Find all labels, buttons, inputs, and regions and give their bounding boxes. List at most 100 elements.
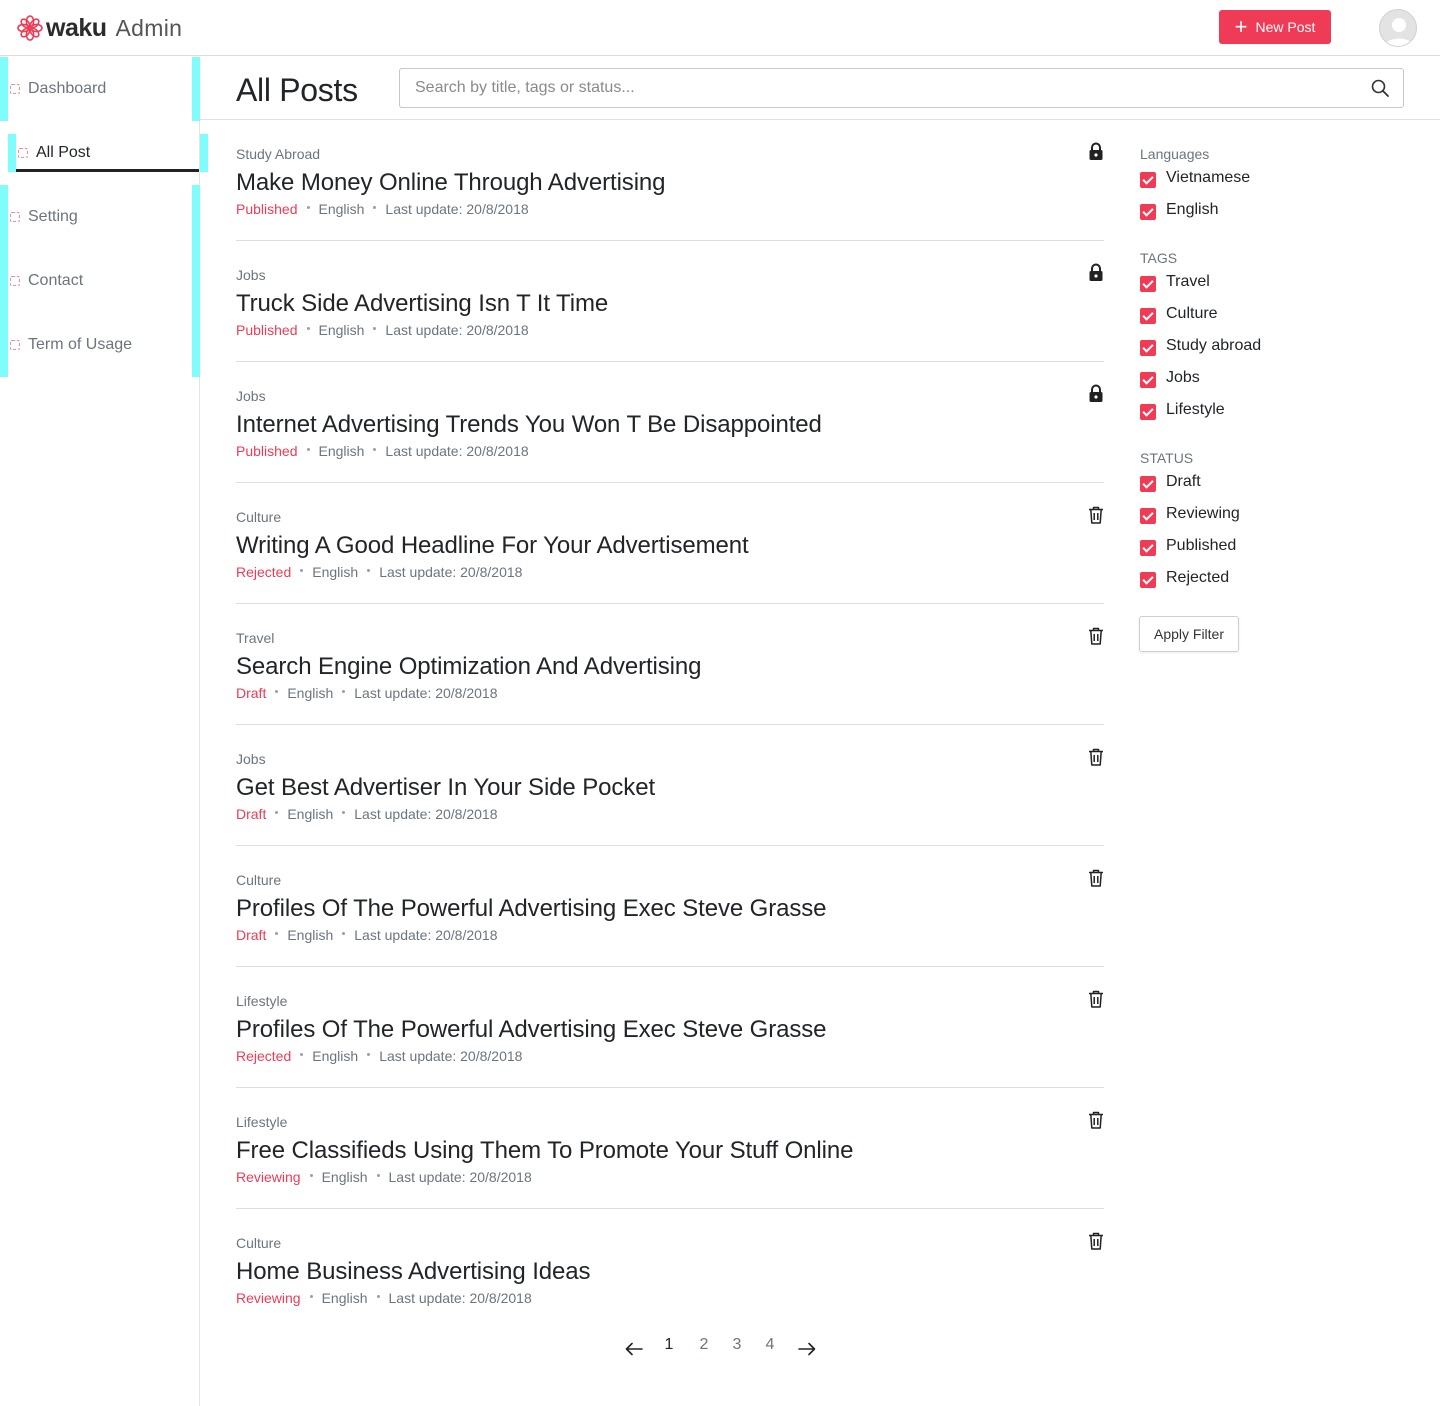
avatar[interactable]	[1379, 9, 1417, 47]
post-title[interactable]: Free Classifieds Using Them To Promote Y…	[236, 1137, 853, 1165]
filter-label: Jobs	[1166, 369, 1200, 386]
checkbox-checked-icon[interactable]	[1140, 339, 1156, 356]
post-language: English	[318, 443, 365, 459]
filter-checkbox-reviewing[interactable]: Reviewing	[1140, 504, 1240, 524]
filter-heading-tags: TAGS	[1140, 250, 1178, 266]
checkbox-checked-icon[interactable]	[1140, 571, 1156, 588]
post-updated: Last update: 20/8/2018	[385, 201, 529, 217]
sidebar-item-label: Term of Usage	[28, 336, 133, 353]
filter-checkbox-english[interactable]: English	[1140, 200, 1218, 220]
checkbox-checked-icon[interactable]	[1140, 171, 1156, 188]
brand[interactable]: waku Admin	[16, 12, 182, 44]
new-post-button[interactable]: + New Post	[1219, 10, 1331, 44]
checkbox-checked-icon[interactable]	[1140, 371, 1156, 388]
new-post-label: New Post	[1255, 19, 1316, 35]
post-item[interactable]: Study Abroad Make Money Online Through A…	[236, 120, 1104, 241]
trash-icon[interactable]	[1087, 1110, 1105, 1130]
separator-dot	[342, 689, 346, 693]
checkbox-checked-icon[interactable]	[1140, 539, 1156, 556]
post-title[interactable]: Get Best Advertiser In Your Side Pocket	[236, 774, 655, 802]
checkbox-checked-icon[interactable]	[1140, 403, 1156, 420]
sidebar-item-contact[interactable]: Contact	[0, 249, 200, 313]
separator-dot	[275, 931, 279, 935]
trash-icon[interactable]	[1087, 626, 1105, 646]
post-title[interactable]: Make Money Online Through Advertising	[236, 169, 666, 197]
sidebar-item-all-post[interactable]: All Post	[0, 121, 208, 185]
post-item[interactable]: Culture Profiles Of The Powerful Adverti…	[236, 846, 1104, 967]
lock-icon[interactable]	[1087, 142, 1105, 162]
post-title[interactable]: Home Business Advertising Ideas	[236, 1258, 591, 1286]
arrow-right-icon[interactable]	[797, 1340, 817, 1358]
checkbox-checked-icon[interactable]	[1140, 507, 1156, 524]
separator-dot	[309, 1173, 313, 1177]
sidebar-item-setting[interactable]: Setting	[0, 185, 200, 249]
post-title[interactable]: Profiles Of The Powerful Advertising Exe…	[236, 1016, 827, 1044]
trash-icon[interactable]	[1087, 868, 1105, 888]
page-link-1[interactable]: 1	[662, 1336, 676, 1354]
post-title[interactable]: Truck Side Advertising Isn T It Time	[236, 290, 608, 318]
trash-icon[interactable]	[1087, 505, 1105, 525]
post-item[interactable]: Travel Search Engine Optimization And Ad…	[236, 604, 1104, 725]
post-item[interactable]: Culture Home Business Advertising Ideas …	[236, 1209, 1104, 1330]
post-item[interactable]: Jobs Get Best Advertiser In Your Side Po…	[236, 725, 1104, 846]
post-item[interactable]: Culture Writing A Good Headline For Your…	[236, 483, 1104, 604]
post-status: Published	[236, 201, 298, 217]
checkbox-checked-icon[interactable]	[1140, 475, 1156, 492]
separator-dot	[300, 1052, 304, 1056]
posts-icon	[18, 148, 28, 158]
trash-icon[interactable]	[1087, 1231, 1105, 1251]
filter-label: English	[1166, 201, 1219, 218]
page-link-2[interactable]: 2	[697, 1336, 711, 1354]
checkbox-checked-icon[interactable]	[1140, 203, 1156, 220]
apply-filter-button[interactable]: Apply Filter	[1139, 616, 1239, 652]
post-updated: Last update: 20/8/2018	[354, 806, 498, 822]
filter-checkbox-culture[interactable]: Culture	[1140, 304, 1218, 324]
highlight-marker	[8, 134, 16, 172]
filter-checkbox-rejected[interactable]: Rejected	[1140, 568, 1229, 588]
arrow-left-icon[interactable]	[624, 1340, 644, 1358]
filter-label: Vietnamese	[1166, 169, 1251, 186]
filter-checkbox-draft[interactable]: Draft	[1140, 472, 1201, 492]
search-icon[interactable]	[1370, 78, 1390, 98]
sidebar-item-dashboard[interactable]: Dashboard	[0, 57, 200, 121]
search-box[interactable]	[399, 68, 1404, 108]
page-link-4[interactable]: 4	[763, 1336, 777, 1354]
separator-dot	[306, 205, 310, 209]
active-indicator	[16, 169, 199, 172]
highlight-marker	[192, 249, 200, 313]
sidebar-item-label: Dashboard	[28, 80, 107, 97]
filter-checkbox-vietnamese[interactable]: Vietnamese	[1140, 168, 1250, 188]
post-title[interactable]: Writing A Good Headline For Your Adverti…	[236, 532, 749, 560]
page-title: All Posts	[236, 72, 358, 108]
separator-dot	[275, 810, 279, 814]
lock-icon[interactable]	[1087, 263, 1105, 283]
post-title[interactable]: Search Engine Optimization And Advertisi…	[236, 653, 702, 681]
post-updated: Last update: 20/8/2018	[379, 1048, 523, 1064]
post-item[interactable]: Lifestyle Profiles Of The Powerful Adver…	[236, 967, 1104, 1088]
lock-icon[interactable]	[1087, 384, 1105, 404]
post-item[interactable]: Jobs Internet Advertising Trends You Won…	[236, 362, 1104, 483]
filter-checkbox-travel[interactable]: Travel	[1140, 272, 1210, 292]
post-language: English	[312, 564, 359, 580]
post-item[interactable]: Jobs Truck Side Advertising Isn T It Tim…	[236, 241, 1104, 362]
sidebar-item-label: All Post	[36, 144, 91, 161]
trash-icon[interactable]	[1087, 747, 1105, 767]
post-title[interactable]: Profiles Of The Powerful Advertising Exe…	[236, 895, 827, 923]
filter-checkbox-published[interactable]: Published	[1140, 536, 1236, 556]
filter-checkbox-jobs[interactable]: Jobs	[1140, 368, 1200, 388]
checkbox-checked-icon[interactable]	[1140, 275, 1156, 292]
separator-dot	[376, 1173, 380, 1177]
post-meta: Rejected English Last update: 20/8/2018	[236, 564, 522, 580]
page-link-3[interactable]: 3	[730, 1336, 744, 1354]
post-meta: Draft English Last update: 20/8/2018	[236, 927, 498, 943]
post-item[interactable]: Lifestyle Free Classifieds Using Them To…	[236, 1088, 1104, 1209]
filter-label: Published	[1166, 537, 1237, 554]
search-input[interactable]	[400, 69, 1360, 107]
filter-checkbox-lifestyle[interactable]: Lifestyle	[1140, 400, 1225, 420]
checkbox-checked-icon[interactable]	[1140, 307, 1156, 324]
separator-dot	[342, 931, 346, 935]
sidebar-item-term-of-usage[interactable]: Term of Usage	[0, 313, 200, 377]
filter-checkbox-study-abroad[interactable]: Study abroad	[1140, 336, 1261, 356]
post-title[interactable]: Internet Advertising Trends You Won T Be…	[236, 411, 822, 439]
trash-icon[interactable]	[1087, 989, 1105, 1009]
